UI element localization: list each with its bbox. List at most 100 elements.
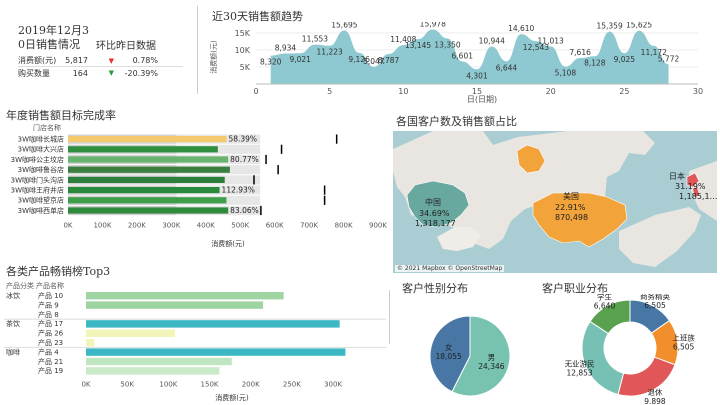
kpi-title: 0日销售情况	[18, 38, 80, 51]
kpi-value: 164	[72, 68, 88, 78]
pie-value: 6,640	[594, 301, 616, 310]
top3-xtick: 100K	[159, 381, 177, 389]
kpi-pct: -20.39%	[124, 68, 158, 78]
goal-xtick: 200K	[128, 222, 146, 230]
top3-bar[interactable]	[86, 339, 95, 347]
kpi-row-qty: 购买数量 164 ▼ -20.39%	[18, 67, 183, 79]
trend-data-label: 6,601	[452, 51, 474, 60]
pie-label: 退休	[647, 387, 662, 397]
goal-category: 3W咖啡公主坟店	[11, 155, 64, 164]
top3-category: 产品 23	[38, 338, 63, 347]
scroll-line[interactable]	[389, 290, 390, 344]
trend-data-label: 11,013	[538, 36, 564, 45]
job-donut: 商务精英6,505上班族6,505退休9,898无业游民12,853学生6,64…	[565, 294, 696, 404]
trend-data-label: 9,025	[614, 55, 636, 64]
top3-group: 茶饮	[6, 319, 20, 328]
pie-value: 24,346	[478, 362, 504, 371]
map-label-pct: 22.91%	[555, 203, 586, 212]
top3-bar[interactable]	[86, 292, 284, 300]
gender-pie: 男24,346 女18,055	[429, 315, 511, 397]
trend-data-label: 15,359	[596, 22, 622, 31]
goal-xlabel: 消费额(元)	[211, 239, 245, 248]
goal-xtick: 800K	[335, 222, 353, 230]
pie-label: 女	[445, 342, 453, 352]
pie-value: 6,505	[673, 342, 695, 351]
goal-xtick: 300K	[162, 222, 180, 230]
goal-bar[interactable]	[68, 136, 227, 143]
top3-chart: 冰饮 产品 10产品 9产品 8茶饮 产品 17产品 26产品 23咖啡 产品 4产品…	[4, 291, 386, 402]
goal-bar[interactable]	[68, 197, 227, 204]
trend-data-label: 15,695	[331, 22, 357, 29]
map-label-pct: 34.69%	[419, 209, 450, 218]
kpi-row-amount: 消费额(元) 5,817 ▼ 0.78%	[18, 55, 183, 67]
goal-xtick: 0K	[63, 222, 72, 230]
map-label-pct: 31.19%	[675, 182, 706, 191]
arrow-icon: ▼	[108, 69, 114, 77]
goal-xtick: 700K	[300, 222, 318, 230]
top3-bar[interactable]	[86, 348, 346, 356]
pie-label: 商务精英	[640, 294, 670, 301]
goal-category: 3W咖啡西单店	[18, 206, 64, 215]
gender-title: 客户性别分布	[402, 282, 468, 295]
goal-xtick: 600K	[266, 222, 284, 230]
map-attribution[interactable]: © 2021 Mapbox © OpenStreetMap	[395, 265, 505, 272]
goal-bar[interactable]	[68, 187, 220, 194]
pie-value: 18,055	[435, 352, 461, 361]
trend-data-label: 4,301	[466, 71, 488, 80]
top3-xtick: 250K	[283, 381, 301, 389]
trend-data-label: 10,944	[479, 37, 505, 46]
goal-category: 3W咖啡鲁谷店	[18, 165, 64, 174]
top3-bar[interactable]	[86, 367, 220, 375]
top3-bar[interactable]	[86, 329, 175, 337]
trend-data-label: 5,772	[658, 54, 680, 63]
trend-data-label: 8,787	[378, 56, 400, 65]
trend-ylabel: 消费额(元)	[209, 40, 218, 74]
goal-xtick: 900K	[369, 222, 387, 230]
top3-category: 产品 8	[38, 310, 59, 319]
top3-title: 各类产品畅销榜Top3	[6, 265, 111, 278]
goal-title: 年度销售额目标完成率	[6, 109, 116, 122]
goal-bar[interactable]	[68, 156, 229, 163]
goal-bar[interactable]	[68, 207, 229, 214]
kpi-value: 5,817	[65, 56, 88, 65]
kpi-compare-title: 环比昨日数据	[96, 41, 156, 52]
world-map[interactable]: 中国 34.69% 1,318,177 美国 22.91% 870,498 日本…	[393, 131, 717, 273]
goal-bar[interactable]	[68, 176, 225, 183]
trend-xlabel: 日(日期)	[467, 95, 497, 104]
landmass-america	[619, 207, 701, 267]
map-canvas: 中国 34.69% 1,318,177 美国 22.91% 870,498 日本…	[393, 131, 717, 267]
top3-xtick: 0K	[81, 381, 90, 389]
pie-value: 12,853	[566, 368, 592, 377]
goal-bar[interactable]	[68, 166, 230, 173]
pie-value: 6,505	[644, 301, 666, 310]
top3-group: 咖啡	[6, 347, 20, 356]
top3-bar[interactable]	[86, 301, 264, 309]
trend-ytick: 10K	[235, 46, 251, 55]
top3-bar[interactable]	[86, 357, 232, 366]
pie-label: 学生	[597, 294, 613, 301]
top3-bar[interactable]	[86, 320, 340, 328]
goal-bar[interactable]	[68, 146, 218, 153]
goal-category: 3W咖啡门头沟店	[11, 175, 64, 184]
pie-label: 无业游民	[565, 358, 595, 368]
goal-chart: 3W咖啡长城店 58.39% 3W咖啡大兴店3W咖啡公主坟店 80.77% 3W咖啡鲁谷…	[11, 134, 387, 248]
trend-data-label: 14,610	[508, 24, 534, 33]
goal-xtick: 100K	[93, 222, 111, 230]
pie-slice[interactable]	[581, 320, 625, 396]
map-title: 各国客户数及销售额占比	[396, 115, 517, 128]
kpi-label: 消费额(元)	[18, 56, 57, 65]
trend-data-label: 13,350	[434, 40, 460, 49]
map-label-name: 美国	[563, 191, 579, 201]
top3-category: 产品 9	[38, 300, 59, 309]
trend-xtick: 0	[253, 87, 258, 96]
goal-data-label: 112.93%	[222, 186, 255, 195]
map-label-name: 中国	[425, 197, 441, 207]
trend-data-label: 9,021	[289, 55, 311, 64]
top3-xtick: 300K	[324, 381, 342, 389]
landmass-sea	[437, 227, 481, 251]
trend-data-label: 8,128	[584, 58, 606, 67]
pie-value: 9,898	[644, 397, 666, 404]
pie-label: 上班族	[672, 332, 695, 342]
kpi-label: 购买数量	[18, 68, 50, 78]
map-label-amount: 1,185,1…	[679, 192, 717, 201]
